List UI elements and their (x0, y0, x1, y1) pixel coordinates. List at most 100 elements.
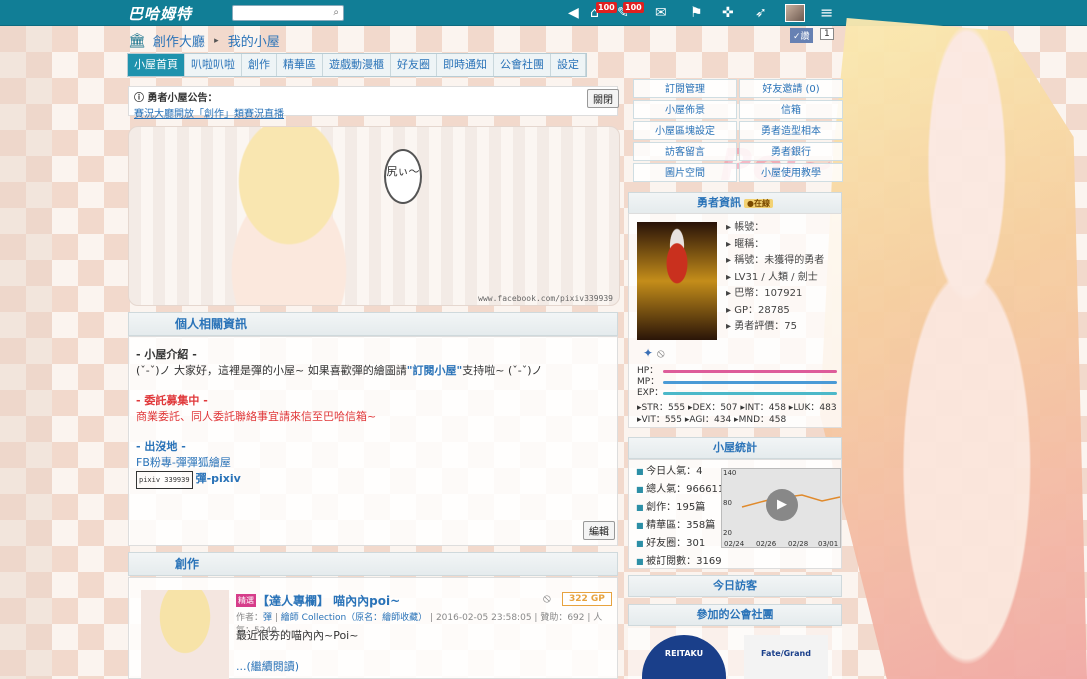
no-gp-icon[interactable]: ⦸ (543, 591, 551, 606)
meta-author-label: 作者： (236, 613, 264, 623)
account-field: 帳號： (734, 222, 765, 233)
guilds-header: 參加的公會社團 (628, 604, 842, 626)
meta-likes: 贊助：692 (540, 613, 585, 623)
notice-link[interactable]: 賽況大廳開放「創作」類賽況直播 (134, 105, 612, 120)
hp-bar: HP： (637, 366, 837, 377)
breadcrumb-separator: ▸ (214, 35, 219, 46)
quick-link-theme[interactable]: 小屋佈景 (633, 100, 737, 119)
notification-count-badge: 100 (596, 2, 617, 13)
like-count: 1 (820, 28, 834, 40)
intro-text: (ˇ-ˇ)ノ 大家好，這裡是彈的小屋~ 如果喜歡彈的繪圖請"訂閱小屋"支持啦~ … (136, 363, 610, 379)
read-more-link[interactable]: ...(繼續閱讀) (236, 658, 299, 674)
stat-featured: 精華區：358篇 (636, 517, 724, 535)
meta-author[interactable]: 彈 (263, 613, 272, 623)
quick-link-mailbox[interactable]: 信箱 (739, 100, 843, 119)
hp-label: HP： (637, 366, 659, 376)
tab-chatter[interactable]: 叭啦叭啦 (185, 54, 242, 76)
intro-title: - 小屋介紹 - (136, 348, 197, 361)
quick-link-tutorial[interactable]: 小屋使用教學 (739, 163, 843, 182)
meta-category[interactable]: 繪師 Collection（原名：繪師收藏） (281, 613, 427, 623)
user-info-title: 勇者資訊 (697, 196, 741, 209)
gp-count[interactable]: 322 GP (562, 592, 612, 606)
location-title: - 出沒地 - (136, 440, 186, 453)
rocket-icon[interactable]: ➶ (755, 3, 767, 23)
quick-link-image-space[interactable]: 圖片空間 (633, 163, 737, 182)
exp-bar: EXP： (637, 388, 837, 399)
status-bars: HP： MP： EXP： (637, 366, 837, 399)
pixiv-link[interactable]: 彈-pixiv (196, 472, 241, 485)
edit-profile-button[interactable]: 編輯 (583, 521, 615, 540)
article-description: 最近很夯的喵內內~Poi~ (236, 629, 359, 642)
quick-link-block-settings[interactable]: 小屋區塊設定 (633, 121, 737, 140)
profile-content: - 小屋介紹 - (ˇ-ˇ)ノ 大家好，這裡是彈的小屋~ 如果喜歡彈的繪圖請"訂… (128, 336, 618, 546)
mini-chart-y-tick: 80 (723, 499, 732, 507)
character-avatar-image[interactable] (637, 222, 717, 340)
tab-settings[interactable]: 設定 (551, 54, 586, 76)
like-button[interactable]: ✓讚 (790, 28, 813, 43)
online-status-badge: ●在線 (744, 199, 773, 208)
guild-logo-fate[interactable]: Fate/Grand (744, 635, 828, 679)
home-icon: 🏛 (128, 32, 146, 49)
quick-link-outfit-album[interactable]: 勇者造型相本 (739, 121, 843, 140)
pixiv-badge[interactable]: pixiv 339939 (136, 471, 193, 489)
article-title[interactable]: 【達人專欄】 喵內內poi~ (257, 592, 400, 609)
notification-count-badge: 100 (623, 2, 644, 13)
user-info-list: ▸ 帳號： ▸ 暱稱： ▸ 稱號：未獲得的勇者 ▸ LV31 / 人類 / 劍士… (726, 222, 825, 332)
menu-icon[interactable]: ≡ (820, 3, 833, 23)
theme-character-art (820, 18, 1087, 679)
visits-mini-chart[interactable]: 140 80 20 02/24 02/26 02/28 03/01 ▶ (721, 468, 841, 548)
article-thumbnail[interactable] (141, 590, 229, 679)
gamepad-icon[interactable]: ✜ (722, 3, 734, 23)
intro-text-a: (ˇ-ˇ)ノ 大家好，這裡是彈的小屋~ 如果喜歡彈的繪圖請 (136, 364, 407, 377)
attribute-stats: ▸STR：555 ▸DEX：507 ▸INT：458 ▸LUK：483 ▸VIT… (637, 403, 837, 425)
stat-creations: 創作：195篇 (636, 499, 724, 517)
mail-icon[interactable]: ✉ (655, 3, 667, 23)
house-banner: 尻ぃ～ www.facebook.com/pixiv339939 (128, 126, 620, 306)
level-field: LV31 / 人類 / 劍士 (734, 271, 818, 283)
site-logo[interactable]: 巴哈姆特 (128, 3, 192, 24)
stat-total-views: 總人氣：966611 (636, 481, 724, 499)
mp-bar: MP： (637, 377, 837, 388)
tab-home[interactable]: 小屋首頁 (128, 54, 185, 76)
search-icon[interactable]: ⌕ (333, 7, 339, 18)
tab-friends[interactable]: 好友圈 (391, 54, 437, 76)
flag-icon[interactable]: ⚑ (690, 3, 703, 23)
banner-character-art (189, 127, 389, 305)
banner-credit: www.facebook.com/pixiv339939 (478, 294, 613, 303)
quick-link-friend-invites[interactable]: 好友邀請 (0) (739, 79, 843, 98)
bell-icon[interactable]: ⌂ 100 (590, 2, 617, 23)
breadcrumb-current[interactable]: 我的小屋 (228, 35, 280, 50)
house-stats-panel: 今日人氣：4 總人氣：966611 創作：195篇 精華區：358篇 好友圈：3… (628, 459, 842, 569)
nickname-field: 暱稱： (734, 238, 765, 250)
creation-section-header: 創作 (128, 552, 618, 576)
tab-featured[interactable]: 精華區 (277, 54, 323, 76)
subscribe-link[interactable]: "訂閱小屋" (407, 364, 462, 377)
notification-icon[interactable]: ✎ 100 (617, 2, 644, 23)
commission-text: 商業委託、同人委託聯絡事宜請來信至巴哈信箱~ (136, 410, 377, 423)
user-info-panel: ▸ 帳號： ▸ 暱稱： ▸ 稱號：未獲得的勇者 ▸ LV31 / 人類 / 劍士… (628, 213, 842, 428)
search-input[interactable]: ⌕ (232, 5, 344, 21)
play-icon[interactable]: ▶ (766, 489, 798, 521)
fb-link[interactable]: FB粉專-彈彈狐繪屋 (136, 455, 610, 471)
meta-date: 2016-02-05 23:58:05 (435, 613, 532, 623)
skill-icon[interactable]: ✦ (643, 346, 653, 360)
tab-game-anime[interactable]: 遊戲動漫櫃 (323, 54, 391, 76)
no-gp-icon[interactable]: ⦸ (657, 346, 665, 360)
stats-header: 小屋統計 (628, 437, 842, 459)
user-avatar[interactable] (785, 4, 805, 22)
notice-title: 勇者小屋公告： (147, 93, 218, 104)
breadcrumb-root[interactable]: 創作大廳 (153, 35, 205, 50)
guild-logo-reitaku[interactable]: REITAKU (642, 635, 726, 679)
tab-guilds[interactable]: 公會社團 (494, 54, 551, 76)
close-notice-button[interactable]: 關閉 (587, 89, 619, 108)
mini-chart-x-tick: 02/26 (756, 540, 777, 548)
quick-link-bank[interactable]: 勇者銀行 (739, 142, 843, 161)
volume-icon[interactable]: ◀ (568, 3, 579, 23)
user-info-header: 勇者資訊 ●在線 (628, 192, 842, 214)
stat-friends: 好友圈：301 (636, 535, 724, 553)
stats-list: 今日人氣：4 總人氣：966611 創作：195篇 精華區：358篇 好友圈：3… (636, 463, 724, 571)
tab-notifications[interactable]: 即時通知 (437, 54, 494, 76)
quick-link-guestbook[interactable]: 訪客留言 (633, 142, 737, 161)
quick-link-subscriptions[interactable]: 訂閱管理 (633, 79, 737, 98)
tab-creation[interactable]: 創作 (242, 54, 277, 76)
